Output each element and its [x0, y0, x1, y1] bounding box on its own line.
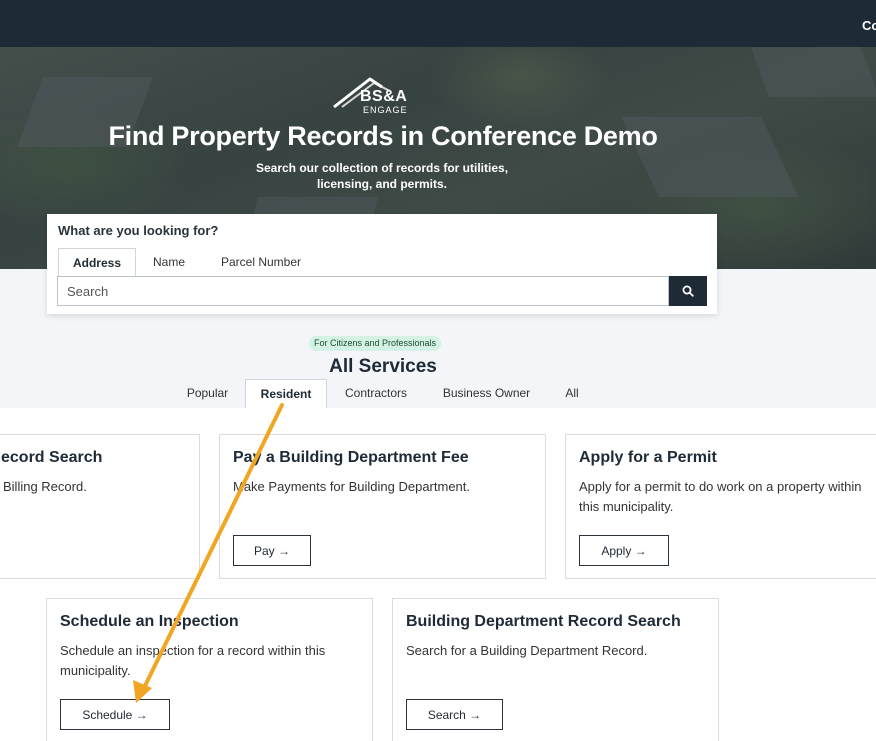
search-record-button[interactable]: Search →	[406, 699, 503, 730]
card-title: ecord Search	[1, 449, 103, 466]
service-card-schedule-inspection: Schedule an Inspection Schedule an inspe…	[46, 598, 373, 741]
search-question: What are you looking for?	[58, 223, 219, 238]
service-card-building-record-search: Building Department Record Search Search…	[392, 598, 719, 741]
search-tab-parcel-number[interactable]: Parcel Number	[211, 248, 311, 276]
service-card-record-search: ecord Search Billing Record.	[0, 434, 200, 579]
service-card-pay-fee: Pay a Building Department Fee Make Payme…	[219, 434, 546, 579]
card-description: Apply for a permit to do work on a prope…	[579, 479, 862, 514]
tab-business-owner[interactable]: Business Owner	[433, 379, 540, 408]
card-description: Search for a Building Department Record.	[406, 643, 648, 658]
search-tab-name[interactable]: Name	[144, 248, 194, 276]
search-input[interactable]	[57, 276, 669, 306]
page-subtitle: Search our collection of records for uti…	[255, 161, 509, 191]
card-title: Pay a Building Department Fee	[233, 449, 469, 466]
top-nav-bar: Co	[0, 0, 876, 47]
logo-subtext: ENGAGE	[363, 105, 408, 115]
search-icon	[682, 285, 694, 297]
service-card-apply-permit: Apply for a Permit Apply for a permit to…	[565, 434, 876, 579]
search-button[interactable]	[669, 276, 707, 306]
card-title: Apply for a Permit	[579, 449, 717, 466]
tab-resident[interactable]: Resident	[245, 379, 327, 408]
tab-contractors[interactable]: Contractors	[336, 379, 416, 408]
audience-badge: For Citizens and Professionals	[309, 336, 442, 351]
card-description: Schedule an inspection for a record with…	[60, 643, 326, 678]
search-card: What are you looking for? Address Name P…	[47, 214, 717, 314]
pay-button[interactable]: Pay →	[233, 535, 311, 566]
services-title: All Services	[329, 356, 437, 377]
tab-all[interactable]: All	[556, 379, 588, 408]
logo-text: BS&A	[360, 88, 408, 105]
page-title: Find Property Records in Conference Demo	[108, 121, 658, 151]
tab-popular[interactable]: Popular	[180, 379, 235, 408]
card-title: Building Department Record Search	[406, 613, 681, 630]
top-nav-link[interactable]: Co	[862, 18, 876, 33]
card-description: Make Payments for Building Department.	[233, 479, 470, 494]
search-tab-address[interactable]: Address	[58, 248, 136, 276]
schedule-button[interactable]: Schedule →	[60, 699, 170, 730]
apply-button[interactable]: Apply →	[579, 535, 669, 566]
card-description: Billing Record.	[3, 479, 87, 494]
card-title: Schedule an Inspection	[60, 613, 239, 630]
